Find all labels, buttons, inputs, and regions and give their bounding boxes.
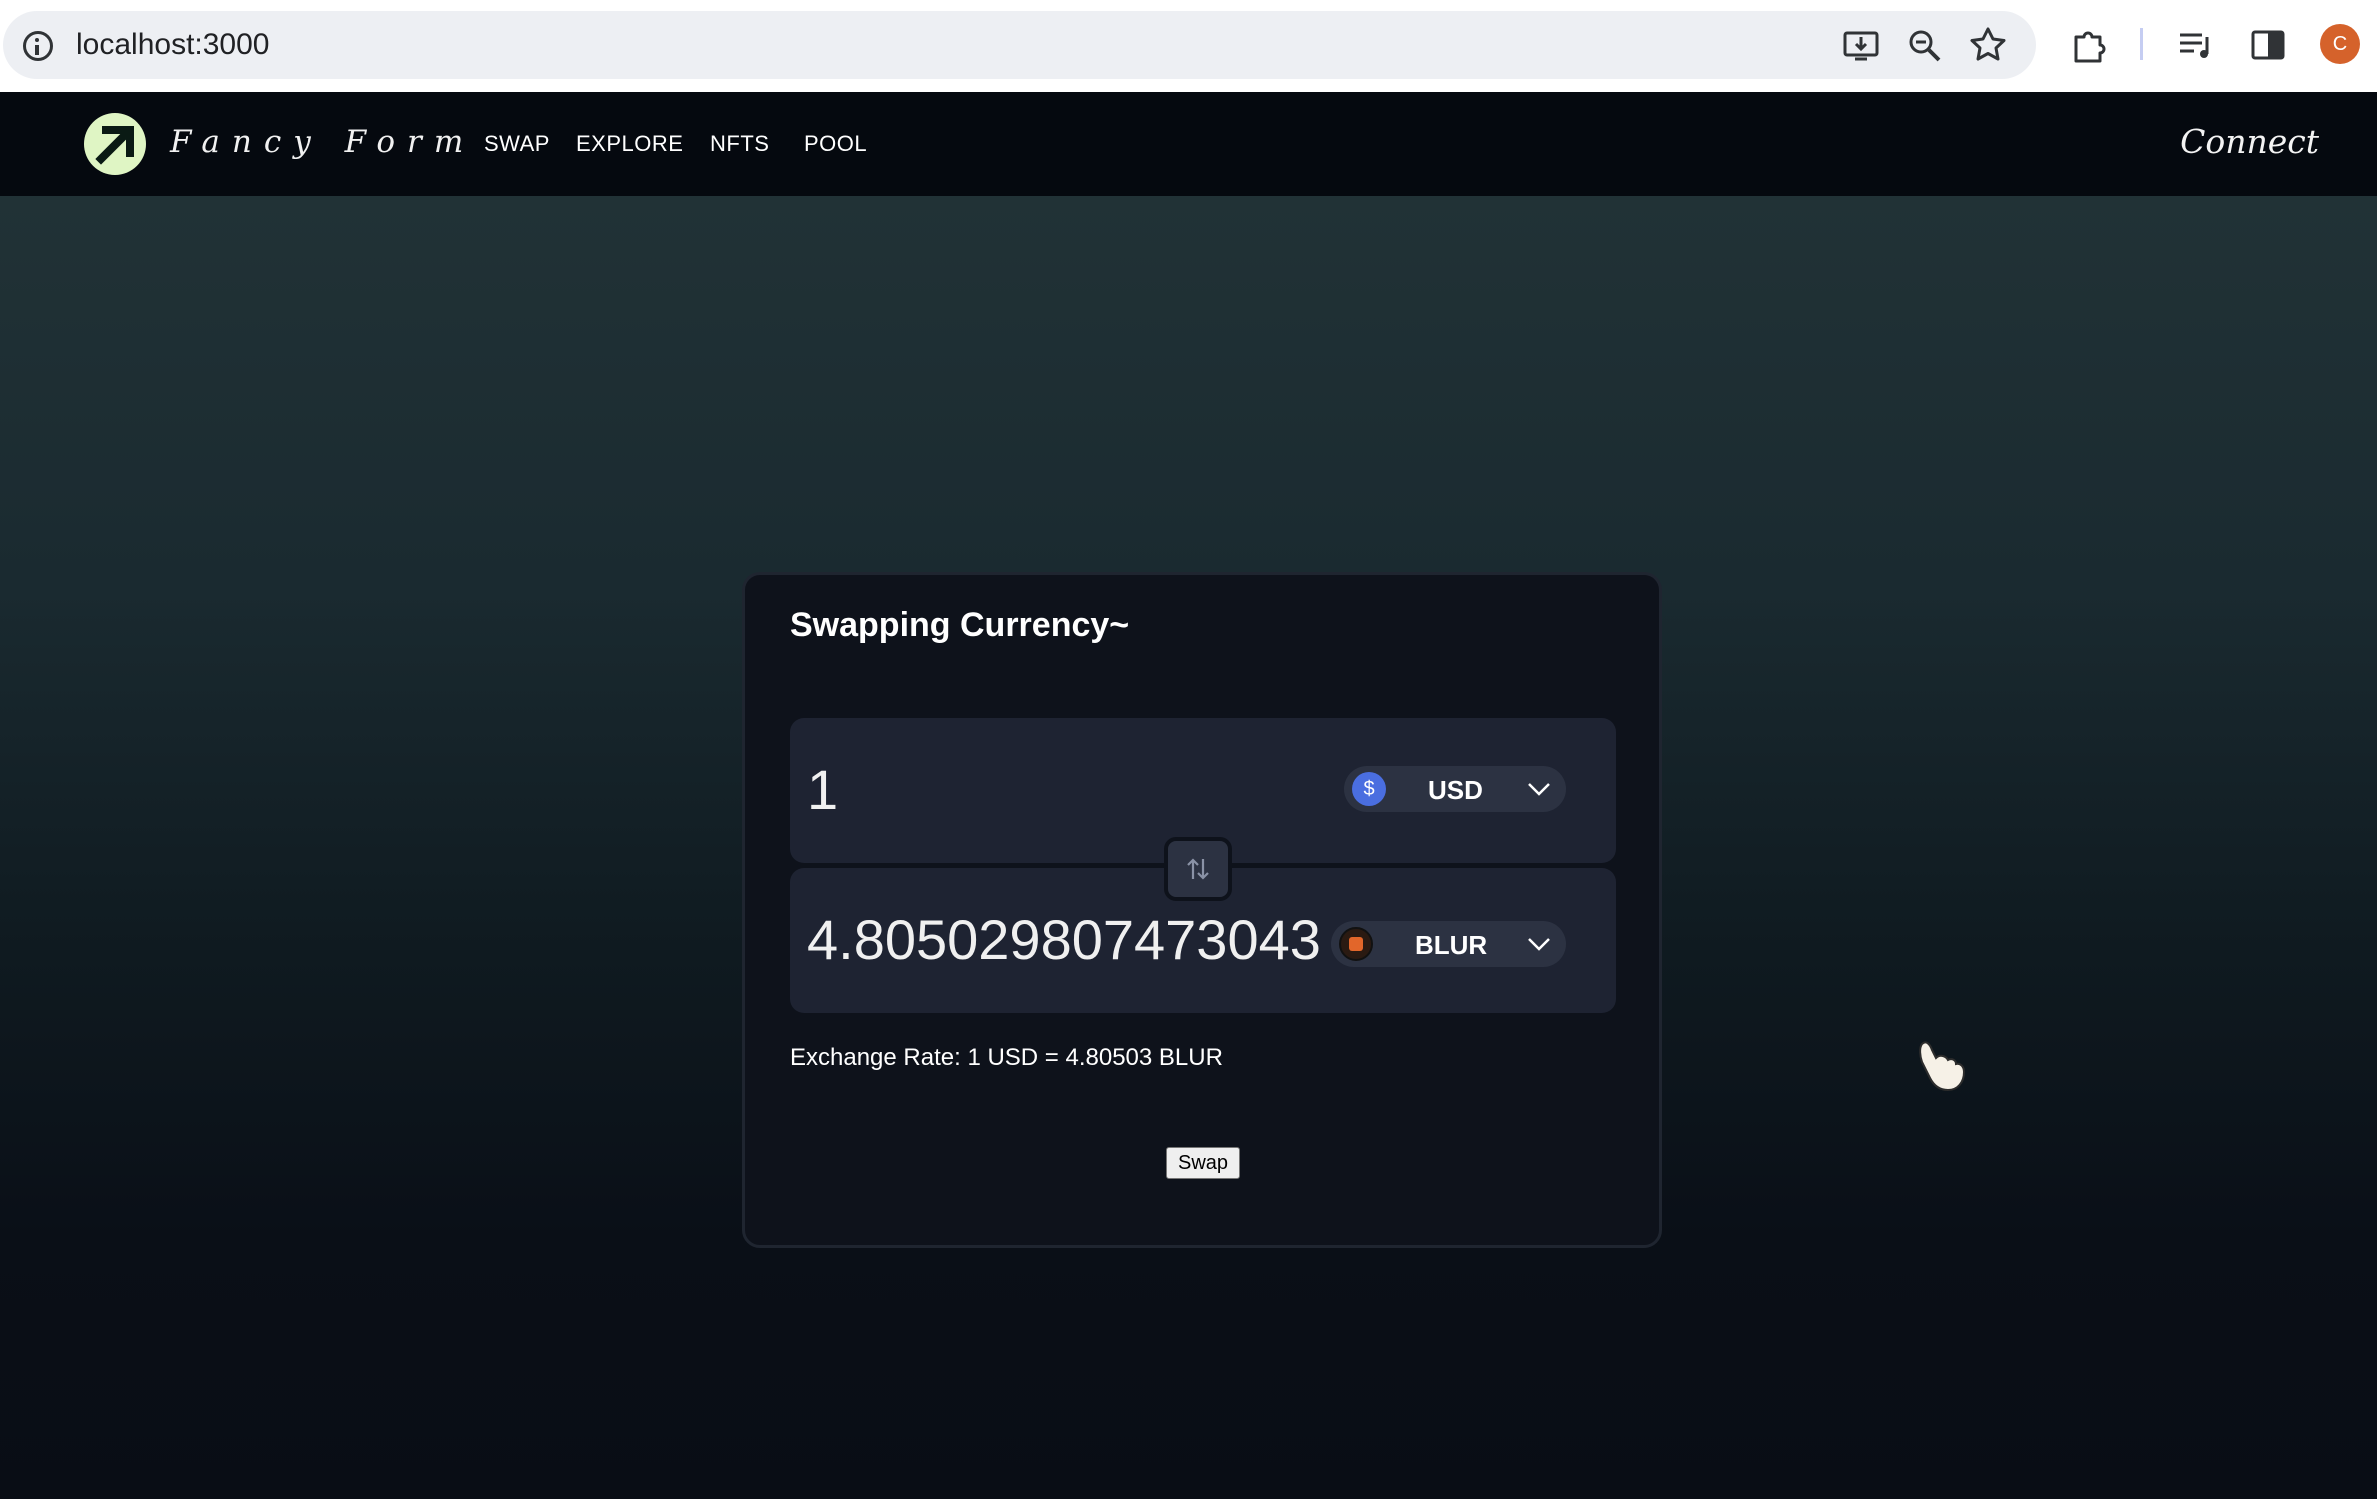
chevron-down-icon — [1526, 778, 1552, 800]
connect-button[interactable]: Connect — [2180, 120, 2319, 164]
swap-card: Swapping Currency~ 1 $ USD 4.80502980747… — [742, 572, 1662, 1248]
nav-link-swap[interactable]: SWAP — [484, 130, 550, 158]
swap-direction-button[interactable] — [1164, 837, 1232, 901]
app-navbar: Fancy Form SWAP EXPLORE NFTS POOL Connec… — [0, 92, 2377, 196]
from-amount-input[interactable]: 1 — [807, 758, 838, 822]
from-token-label: USD — [1428, 775, 1483, 805]
install-app-icon[interactable] — [1841, 25, 1881, 65]
brand-name[interactable]: Fancy Form — [170, 120, 475, 164]
bookmark-star-icon[interactable] — [1968, 25, 2008, 65]
address-bar[interactable]: localhost:3000 — [3, 11, 2036, 79]
side-panel-icon[interactable] — [2248, 25, 2288, 65]
nav-link-nfts[interactable]: NFTS — [710, 130, 769, 158]
nav-link-pool[interactable]: POOL — [804, 130, 867, 158]
swap-button[interactable]: Swap — [1166, 1147, 1240, 1179]
blur-token-icon — [1339, 927, 1373, 961]
hand-cursor-icon — [1919, 1041, 1966, 1092]
profile-avatar[interactable]: C — [2320, 24, 2360, 64]
toolbar-divider — [2140, 28, 2143, 60]
logo-arrow-icon[interactable] — [84, 113, 146, 175]
url-text[interactable]: localhost:3000 — [76, 25, 269, 65]
extensions-icon[interactable] — [2068, 25, 2108, 65]
to-token-label: BLUR — [1415, 930, 1488, 960]
from-token-select[interactable]: $ USD — [1344, 766, 1566, 812]
dollar-icon: $ — [1352, 772, 1386, 806]
to-token-select[interactable]: BLUR — [1331, 921, 1566, 967]
nav-link-explore[interactable]: EXPLORE — [576, 130, 683, 158]
card-title: Swapping Currency~ — [790, 606, 1130, 644]
browser-toolbar: localhost:3000 C — [0, 0, 2377, 92]
swap-arrows-icon — [1187, 858, 1209, 880]
to-amount-input[interactable]: 4.805029807473043 — [807, 908, 1321, 972]
info-icon[interactable] — [23, 31, 53, 61]
exchange-rate-text: Exchange Rate: 1 USD = 4.80503 BLUR — [790, 1044, 1223, 1071]
media-queue-icon[interactable] — [2176, 25, 2216, 65]
chevron-down-icon — [1526, 933, 1552, 955]
main-area: Swapping Currency~ 1 $ USD 4.80502980747… — [0, 196, 2377, 1499]
zoom-icon[interactable] — [1904, 25, 1944, 65]
